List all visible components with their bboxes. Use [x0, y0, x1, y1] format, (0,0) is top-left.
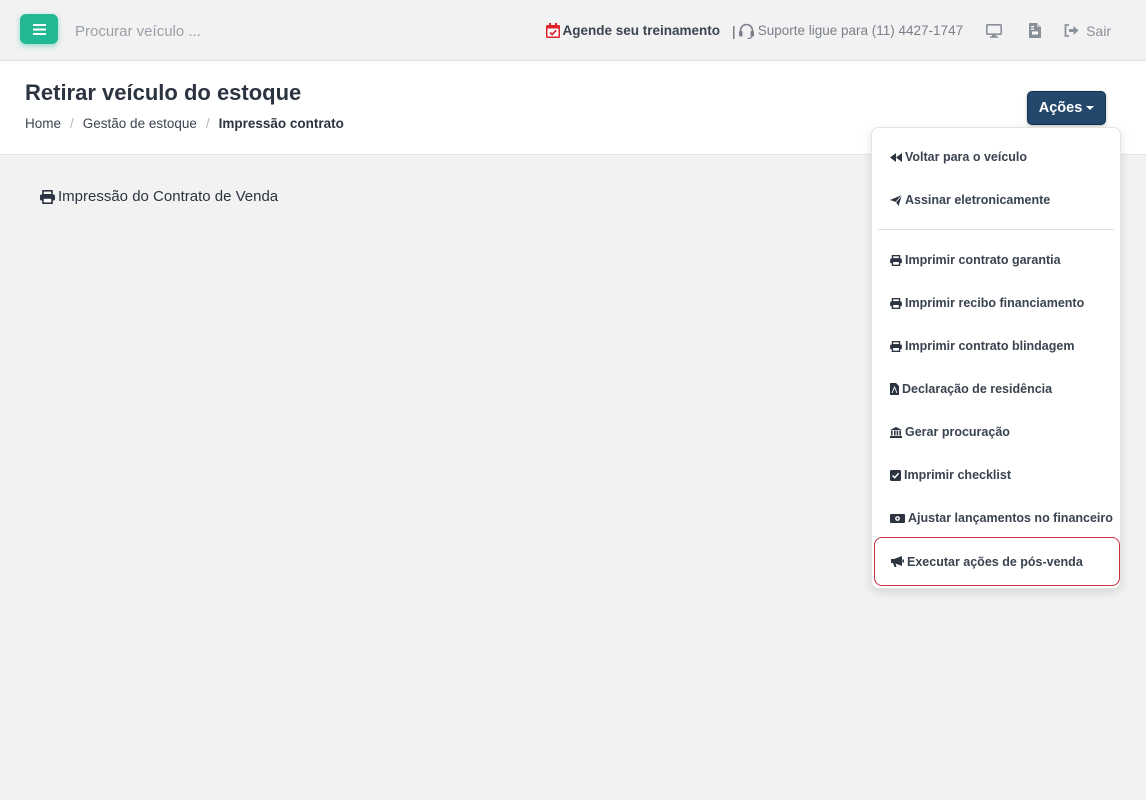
monitor-button[interactable]	[984, 21, 1004, 41]
menu-item-print-armoring-contract[interactable]: Imprimir contrato blindagem	[872, 325, 1120, 367]
print-icon	[890, 254, 902, 266]
menu-item-back-to-vehicle[interactable]: Voltar para o veículo	[872, 136, 1120, 178]
menu-item-label: Assinar eletronicamente	[905, 193, 1051, 207]
menu-item-print-financing-receipt[interactable]: Imprimir recibo financiamento	[872, 282, 1120, 324]
money-bill-icon	[890, 513, 905, 523]
check-square-icon	[890, 469, 901, 481]
calendar-check-icon	[545, 23, 560, 38]
menu-divider	[878, 229, 1114, 230]
support-phone-label: Suporte ligue para (11) 4427-1747	[757, 23, 964, 38]
menu-item-label: Gerar procuração	[905, 425, 1010, 439]
desktop-icon	[986, 23, 1003, 38]
menu-item-label: Imprimir contrato blindagem	[905, 339, 1075, 353]
headset-icon	[738, 23, 754, 39]
menu-item-residence-declaration[interactable]: Declaração de residência	[872, 368, 1120, 410]
menu-item-post-sale-actions[interactable]: Executar ações de pós-venda	[874, 537, 1120, 586]
breadcrumb-current: Impressão contrato	[218, 116, 344, 131]
menu-item-label: Imprimir checklist	[904, 468, 1011, 482]
menu-item-print-warranty-contract[interactable]: Imprimir contrato garantia	[872, 239, 1120, 281]
actions-label: Ações	[1038, 100, 1083, 116]
menu-item-generate-power-of-attorney[interactable]: Gerar procuração	[872, 411, 1120, 453]
breadcrumb-home[interactable]: Home	[25, 116, 61, 131]
menu-item-label: Voltar para o veículo	[905, 150, 1028, 164]
hamburger-icon	[32, 23, 46, 35]
document-button[interactable]	[1025, 21, 1045, 41]
contract-print-label: Impressão do Contrato de Venda	[58, 188, 279, 205]
page-title: Retirar veículo do estoque	[25, 80, 302, 105]
breadcrumb-separator: /	[70, 116, 74, 131]
paper-plane-icon	[890, 194, 902, 206]
menu-item-adjust-financial-entries[interactable]: Ajustar lançamentos no financeiro	[872, 497, 1120, 539]
menu-item-label: Executar ações de pós-venda	[907, 554, 1083, 569]
actions-dropdown-button[interactable]: Ações	[1027, 91, 1106, 125]
file-invoice-icon	[1029, 23, 1042, 38]
breadcrumb: Home / Gestão de estoque / Impressão con…	[25, 116, 344, 131]
actions-dropdown-menu: Voltar para o veículo Assinar eletronica…	[871, 127, 1121, 589]
menu-item-label: Imprimir contrato garantia	[905, 253, 1061, 267]
schedule-training-link[interactable]: Agende seu treinamento	[545, 23, 721, 38]
print-icon	[890, 340, 902, 352]
logout-button[interactable]: Sair	[1064, 23, 1111, 39]
menu-item-print-checklist[interactable]: Imprimir checklist	[872, 454, 1120, 496]
pdf-file-icon	[890, 383, 899, 395]
separator: |	[732, 22, 736, 39]
print-icon	[890, 297, 902, 309]
backward-icon	[890, 152, 902, 162]
menu-item-label: Ajustar lançamentos no financeiro	[908, 511, 1113, 525]
top-right-toolbar: Agende seu treinamento | Suporte ligue p…	[545, 0, 1146, 61]
menu-item-sign-electronically[interactable]: Assinar eletronicamente	[872, 179, 1120, 221]
caret-down-icon	[1086, 106, 1095, 110]
breadcrumb-stock-management[interactable]: Gestão de estoque	[83, 116, 197, 131]
breadcrumb-separator: /	[205, 116, 210, 131]
logout-label: Sair	[1086, 22, 1111, 39]
sign-out-icon	[1064, 24, 1079, 37]
contract-print-title: Impressão do Contrato de Venda	[40, 188, 278, 205]
print-icon	[40, 189, 55, 204]
support-info: Suporte ligue para (11) 4427-1747	[738, 23, 963, 39]
bank-icon	[890, 426, 902, 438]
menu-item-label: Declaração de residência	[902, 382, 1053, 396]
top-bar: Agende seu treinamento | Suporte ligue p…	[0, 0, 1146, 61]
menu-item-label: Imprimir recibo financiamento	[905, 296, 1085, 310]
bullhorn-icon	[891, 556, 904, 567]
menu-toggle-button[interactable]	[20, 14, 58, 44]
vehicle-search-input[interactable]	[75, 19, 375, 43]
schedule-training-label: Agende seu treinamento	[562, 23, 721, 38]
